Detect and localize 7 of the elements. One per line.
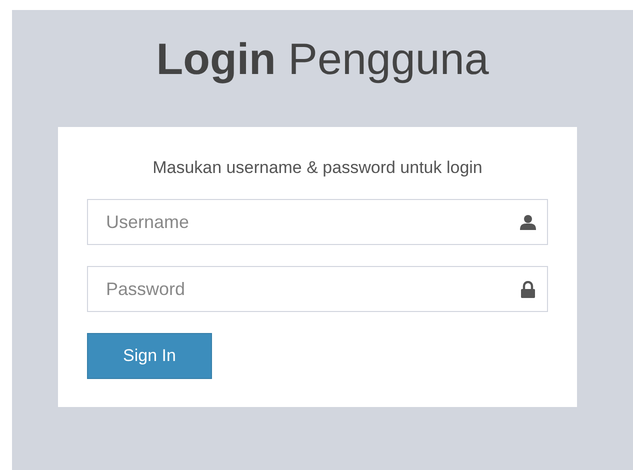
page-title: Login Pengguna	[156, 34, 489, 86]
input-field[interactable]: Password	[87, 266, 548, 312]
login-message: Masukan username & password untuk login	[152, 157, 484, 179]
sign-in-button[interactable]: Sign In	[87, 333, 212, 379]
input-field[interactable]: Username	[87, 199, 548, 245]
user-icon	[520, 214, 536, 230]
lock-icon	[520, 281, 536, 298]
